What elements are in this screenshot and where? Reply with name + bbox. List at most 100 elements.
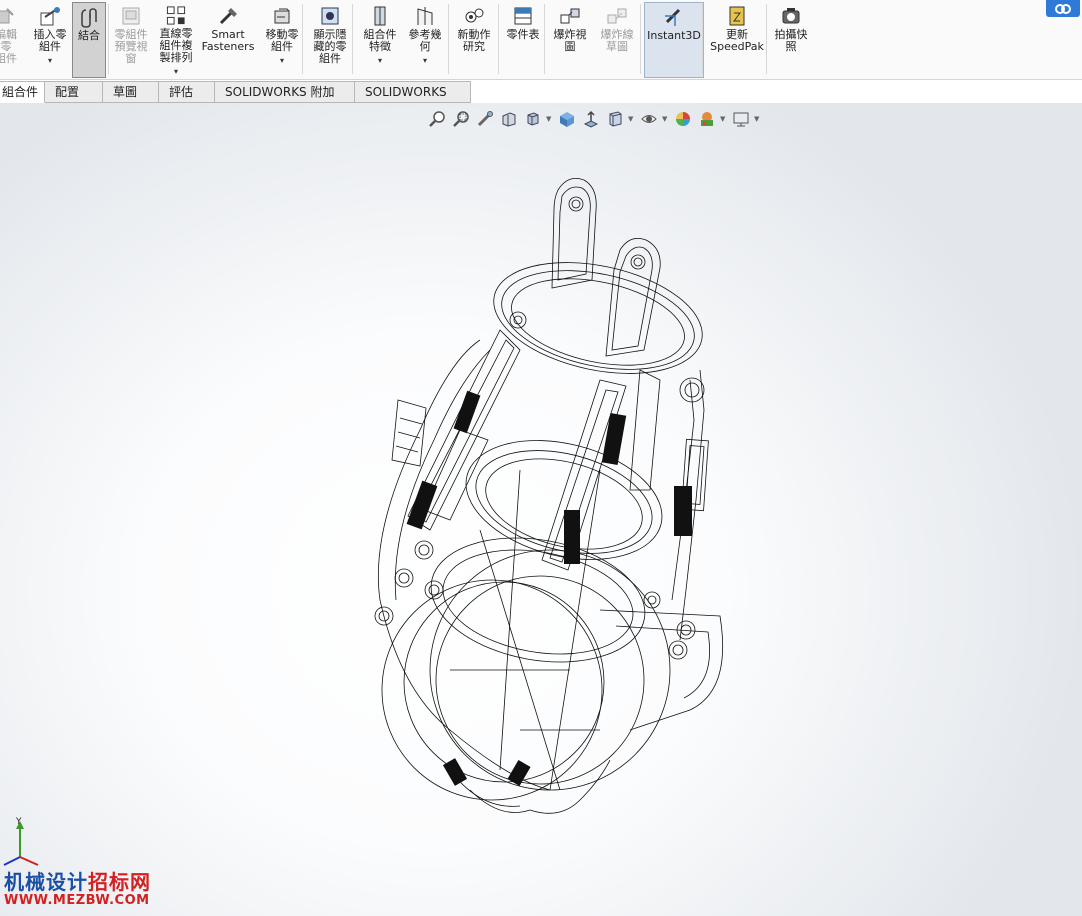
linear-pattern-icon (166, 6, 186, 25)
display-style-icon[interactable] (556, 108, 578, 130)
edit-appearance-cube-icon[interactable] (604, 108, 626, 130)
tab-solidworks-addins[interactable]: SOLIDWORKS 附加程式 (215, 81, 356, 119)
update-speedpak-button[interactable]: 更新 SpeedPak (708, 2, 766, 78)
new-motion-study-button[interactable]: 新動作 研究 (452, 2, 496, 78)
take-snapshot-label: 拍攝快 照 (774, 28, 808, 53)
assembly-features-label: 組合件 特徵 (363, 28, 397, 53)
mate-label: 結合 (78, 29, 100, 42)
insert-components-label: 插入零 組件 (33, 28, 67, 53)
move-component-dropdown-icon[interactable]: ▾ (280, 55, 284, 67)
tab-configurations[interactable]: 配置 (45, 81, 104, 103)
bill-of-materials-label: 零件表 (506, 28, 540, 41)
smart-fasteners-button[interactable]: Smart Fasteners (200, 2, 256, 78)
collapse-ribbon-button[interactable] (1046, 0, 1080, 17)
update-speedpak-icon (729, 6, 745, 26)
reference-geometry-icon (417, 7, 433, 25)
view-settings-caret-icon[interactable]: ▼ (754, 115, 762, 123)
command-manager-ribbon: 編輯零 組件 插入零 組件 ▾ 結合 零組件 預覽視 窗直線零 組件複 製排列 ▾ Smar… (0, 0, 1082, 80)
ribbon-separator (352, 4, 353, 74)
view-orientation-caret-icon[interactable]: ▼ (546, 115, 554, 123)
exploded-view-button[interactable]: 爆炸視 圖 (548, 2, 592, 78)
mate-button[interactable]: 結合 (72, 2, 106, 78)
tab-evaluate[interactable]: 評估 (159, 81, 216, 103)
watermark-red-text: 招标网 (88, 870, 151, 894)
ribbon-separator (766, 4, 767, 74)
move-component-label: 移動零 組件 (265, 28, 299, 53)
take-snapshot-button[interactable]: 拍攝快 照 (770, 2, 812, 78)
instant3d-label: Instant3D (647, 29, 701, 42)
move-component-icon (274, 8, 290, 24)
ribbon-separator (108, 4, 109, 74)
edit-component-button: 編輯零 組件 (0, 2, 22, 78)
assembly-features-dropdown-icon[interactable]: ▾ (378, 55, 382, 67)
show-hidden-icon (321, 7, 339, 25)
ribbon-separator (702, 4, 703, 74)
ribbon-separator (302, 4, 303, 74)
mate-icon (81, 8, 97, 28)
exploded-view-label: 爆炸視 圖 (553, 28, 587, 53)
explode-line-sketch-icon (607, 8, 627, 24)
command-manager-tabs: 組合件 配置 草圖 評估 SOLIDWORKS 附加程式 SOLIDWORKS … (0, 81, 1082, 119)
edit-component-label: 編輯零 組件 (0, 28, 17, 65)
instant3d-button[interactable]: Instant3D (644, 2, 704, 78)
zoom-to-area-icon[interactable] (450, 108, 472, 130)
edit-appearance-icon[interactable] (672, 108, 694, 130)
explode-line-sketch-button: 爆炸線 草圖 (596, 2, 638, 78)
heads-up-view-toolbar: ▼ ▼ ▼ ▼ ▼ (426, 107, 762, 131)
apply-scene-icon[interactable] (696, 108, 718, 130)
reference-geometry-dropdown-icon[interactable]: ▾ (423, 55, 427, 67)
bill-of-materials-button[interactable]: 零件表 (502, 2, 544, 78)
insert-components-button[interactable]: 插入零 組件 ▾ (30, 2, 70, 78)
assembly-features-icon (374, 6, 386, 26)
insert-components-icon (40, 7, 60, 26)
hide-show-eye-icon[interactable] (638, 108, 660, 130)
exploded-view-icon (560, 8, 580, 24)
show-hidden-button[interactable]: 顯示隱 藏的零 組件 (306, 2, 354, 78)
triad-y-label: Y (15, 817, 22, 827)
ribbon-separator (544, 4, 545, 74)
linear-pattern-label: 直線零 組件複 製排列 (159, 27, 193, 64)
scene-caret-icon[interactable]: ▼ (720, 115, 728, 123)
previous-view-icon[interactable] (474, 108, 496, 130)
link-icon (1055, 3, 1071, 14)
ribbon-separator (448, 4, 449, 74)
assembly-wireframe-model[interactable] (300, 170, 740, 833)
ribbon-separator (498, 4, 499, 74)
linear-pattern-button[interactable]: 直線零 組件複 製排列 ▾ (155, 2, 197, 78)
smart-fasteners-icon (219, 8, 237, 25)
insert-components-dropdown-icon[interactable]: ▾ (48, 55, 52, 67)
ribbon-separator (640, 4, 641, 74)
tab-sketch[interactable]: 草圖 (103, 81, 160, 103)
assembly-features-button[interactable]: 組合件 特徵 ▾ (358, 2, 402, 78)
zoom-to-fit-icon[interactable] (426, 108, 448, 130)
reference-geometry-button[interactable]: 參考幾 何 ▾ (404, 2, 446, 78)
take-snapshot-icon (782, 8, 800, 24)
reference-geometry-label: 參考幾 何 (408, 28, 442, 53)
hide-show-caret-icon[interactable]: ▼ (662, 115, 670, 123)
reference-triad: Y (0, 815, 40, 873)
tab-solidworks-mbd[interactable]: SOLIDWORKS MBD (355, 81, 472, 119)
instant3d-icon (665, 8, 681, 26)
tab-assembly[interactable]: 組合件 (0, 81, 46, 103)
view-orientation-icon[interactable] (522, 108, 544, 130)
explode-line-sketch-label: 爆炸線 草圖 (600, 28, 634, 53)
display-monitor-icon[interactable] (730, 108, 752, 130)
component-preview-button: 零組件 預覽視 窗 (112, 2, 150, 78)
bill-of-materials-icon (514, 7, 532, 25)
component-preview-label: 零組件 預覽視 窗 (114, 28, 148, 65)
section-view-icon[interactable] (498, 108, 520, 130)
new-motion-study-icon (465, 8, 484, 23)
display-caret-icon[interactable]: ▼ (628, 115, 636, 123)
new-motion-study-label: 新動作 研究 (457, 28, 491, 53)
watermark-blue-text: 机械设计 (4, 870, 88, 894)
linear-pattern-dropdown-icon[interactable]: ▾ (174, 66, 178, 78)
edit-component-icon (0, 8, 14, 24)
update-speedpak-label: 更新 SpeedPak (710, 28, 764, 53)
smart-fasteners-label: Smart Fasteners (201, 28, 255, 53)
hide-show-items-icon[interactable] (580, 108, 602, 130)
watermark-url: WWW.MEZBW.COM (4, 893, 150, 908)
show-hidden-label: 顯示隱 藏的零 組件 (313, 28, 347, 65)
move-component-button[interactable]: 移動零 組件 ▾ (260, 2, 304, 78)
component-preview-icon (122, 7, 140, 25)
site-watermark: 机械设计招标网 WWW.MEZBW.COM (4, 866, 151, 908)
